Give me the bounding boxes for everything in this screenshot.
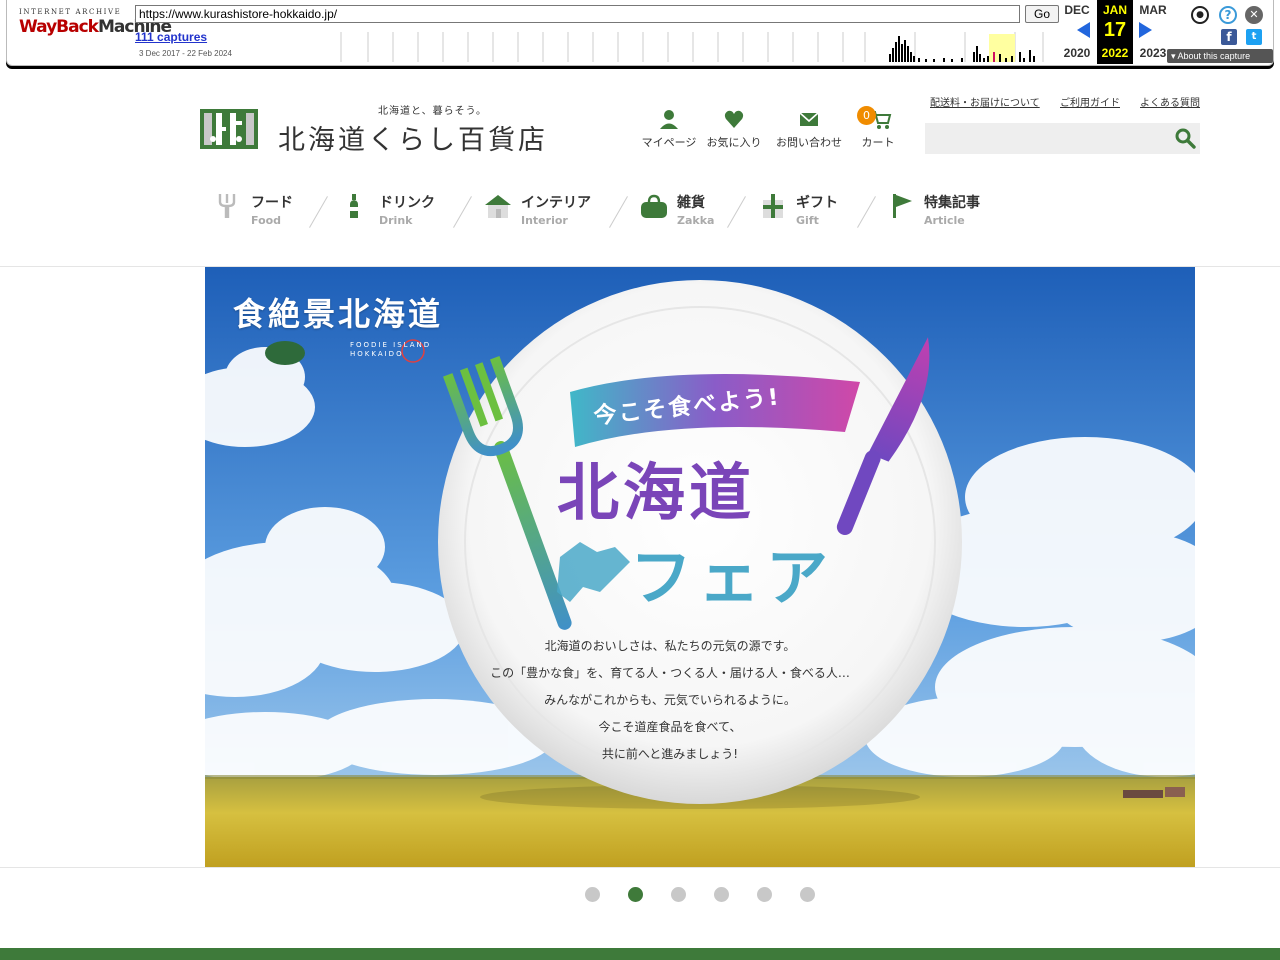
- category-divider: [609, 196, 628, 228]
- category-divider: [727, 196, 746, 228]
- hero-banner[interactable]: 食絶景北海道 FOODIE ISLAND HOKKAIDO 今こそ食べよう! 北…: [205, 267, 1195, 867]
- category-gift-label: ギフト: [796, 195, 838, 211]
- hero-copy-line: 共に前へと進みましょう!: [601, 747, 739, 761]
- category-gift-sublabel: Gift: [796, 214, 819, 227]
- category-zakka[interactable]: 雑貨 Zakka: [641, 190, 721, 234]
- category-gift[interactable]: ギフト Gift: [762, 190, 852, 234]
- hero-copy-line: この「豊かな食」を、育てる人・つくる人・届ける人・食べる人…: [490, 666, 850, 680]
- hero-copy-line: 今こそ道産食品を食べて、: [598, 720, 742, 734]
- wayback-logo[interactable]: INTERNET ARCHIVE WayBackMachine: [19, 8, 172, 52]
- store-tagline: 北海道と、暮らそう。: [378, 106, 487, 117]
- category-drink-sublabel: Drink: [379, 214, 413, 227]
- category-food-label: フード: [251, 195, 293, 211]
- wayback-calendar: DEC 2020 JAN 17 2022 MAR 2023: [1059, 0, 1171, 64]
- prev-capture-arrow-icon[interactable]: [1077, 22, 1090, 38]
- bottle-icon: [350, 194, 358, 218]
- category-article-label: 特集記事: [924, 195, 980, 211]
- contact-button[interactable]: お問い合わせ: [775, 108, 843, 150]
- category-zakka-sublabel: Zakka: [677, 214, 715, 227]
- carousel-dot-4[interactable]: [714, 887, 729, 902]
- category-article-sublabel: Article: [924, 214, 965, 227]
- fork-icon: [218, 194, 236, 218]
- logo-mark-icon: [200, 109, 258, 149]
- hero-fair-line1: 北海道: [557, 456, 756, 529]
- category-food[interactable]: フード Food: [218, 190, 308, 234]
- wayback-sparkline[interactable]: [333, 32, 1059, 62]
- hero-copy-line: 北海道のおいしさは、私たちの元気の源です。: [544, 639, 796, 653]
- carousel-dot-1[interactable]: [585, 887, 600, 902]
- bag-icon: [641, 194, 667, 218]
- faq-link[interactable]: よくある質問: [1140, 94, 1200, 109]
- carousel-dot-5[interactable]: [757, 887, 772, 902]
- about-capture-button[interactable]: ▾ About this capture: [1167, 49, 1273, 63]
- hero-divider: [0, 867, 1280, 868]
- wayback-current-date: JAN 17 2022: [1097, 0, 1133, 64]
- next-capture-arrow-icon[interactable]: [1139, 22, 1152, 38]
- hero-fair-line2: フェア: [630, 541, 835, 614]
- twitter-icon[interactable]: t: [1246, 29, 1262, 45]
- category-divider: [309, 196, 328, 228]
- shipping-info-link[interactable]: 配送料・お届けについて: [930, 94, 1040, 109]
- category-interior-label: インテリア: [521, 195, 591, 211]
- help-icon[interactable]: ?: [1219, 6, 1237, 24]
- hero-title: 食絶景北海道: [233, 295, 444, 333]
- footer-band: [0, 948, 1280, 960]
- cart-count-badge: 0: [857, 106, 876, 125]
- person-icon: [660, 110, 678, 129]
- carousel-dot-6[interactable]: [800, 887, 815, 902]
- hero-copy-line: みんながこれからも、元気でいられるように。: [544, 693, 796, 707]
- mail-icon: [799, 112, 819, 126]
- category-interior[interactable]: インテリア Interior: [485, 190, 605, 234]
- store-name: 北海道くらし百貨店: [278, 125, 548, 156]
- mypage-label: マイページ: [641, 136, 697, 149]
- carousel-dot-3[interactable]: [671, 887, 686, 902]
- category-drink[interactable]: ドリンク Drink: [345, 190, 445, 234]
- wayback-logo-main: WayBackMachine: [19, 17, 172, 37]
- category-food-sublabel: Food: [251, 214, 282, 227]
- facebook-icon[interactable]: f: [1221, 29, 1237, 45]
- close-icon[interactable]: ✕: [1245, 6, 1263, 24]
- house-icon: [485, 195, 511, 218]
- cart-label: カート: [861, 136, 895, 149]
- store-logo[interactable]: 北海道と、暮らそう。 北海道くらし百貨店: [200, 100, 600, 156]
- user-icon[interactable]: ●: [1191, 6, 1209, 24]
- category-zakka-label: 雑貨: [677, 195, 705, 211]
- heart-icon: [724, 110, 744, 128]
- search-icon[interactable]: [1174, 127, 1196, 149]
- wayback-capture-range: 3 Dec 2017 - 22 Feb 2024: [139, 49, 232, 58]
- category-divider: [857, 196, 876, 228]
- category-divider: [453, 196, 472, 228]
- flag-icon: [893, 194, 912, 218]
- contact-label: お問い合わせ: [776, 136, 842, 149]
- category-article[interactable]: 特集記事 Article: [892, 190, 992, 234]
- gift-icon: [763, 194, 783, 218]
- category-drink-label: ドリンク: [379, 195, 435, 211]
- mypage-button[interactable]: マイページ: [640, 108, 698, 150]
- search-input[interactable]: [925, 123, 1200, 154]
- favorites-button[interactable]: お気に入り: [705, 108, 763, 150]
- category-interior-sublabel: Interior: [521, 214, 568, 227]
- wayback-go-button[interactable]: Go: [1025, 5, 1059, 23]
- user-guide-link[interactable]: ご利用ガイド: [1060, 94, 1120, 109]
- wayback-captures-link[interactable]: 111 captures: [135, 30, 207, 44]
- wayback-logo-top: INTERNET ARCHIVE: [19, 8, 122, 16]
- wayback-toolbar: INTERNET ARCHIVE WayBackMachine Go 111 c…: [6, 0, 1274, 66]
- foodie-island-logo: FOODIE ISLAND HOKKAIDO: [350, 341, 432, 358]
- favorites-label: お気に入り: [706, 136, 762, 149]
- wayback-url-input[interactable]: [135, 5, 1020, 23]
- carousel-dot-2[interactable]: [628, 887, 643, 902]
